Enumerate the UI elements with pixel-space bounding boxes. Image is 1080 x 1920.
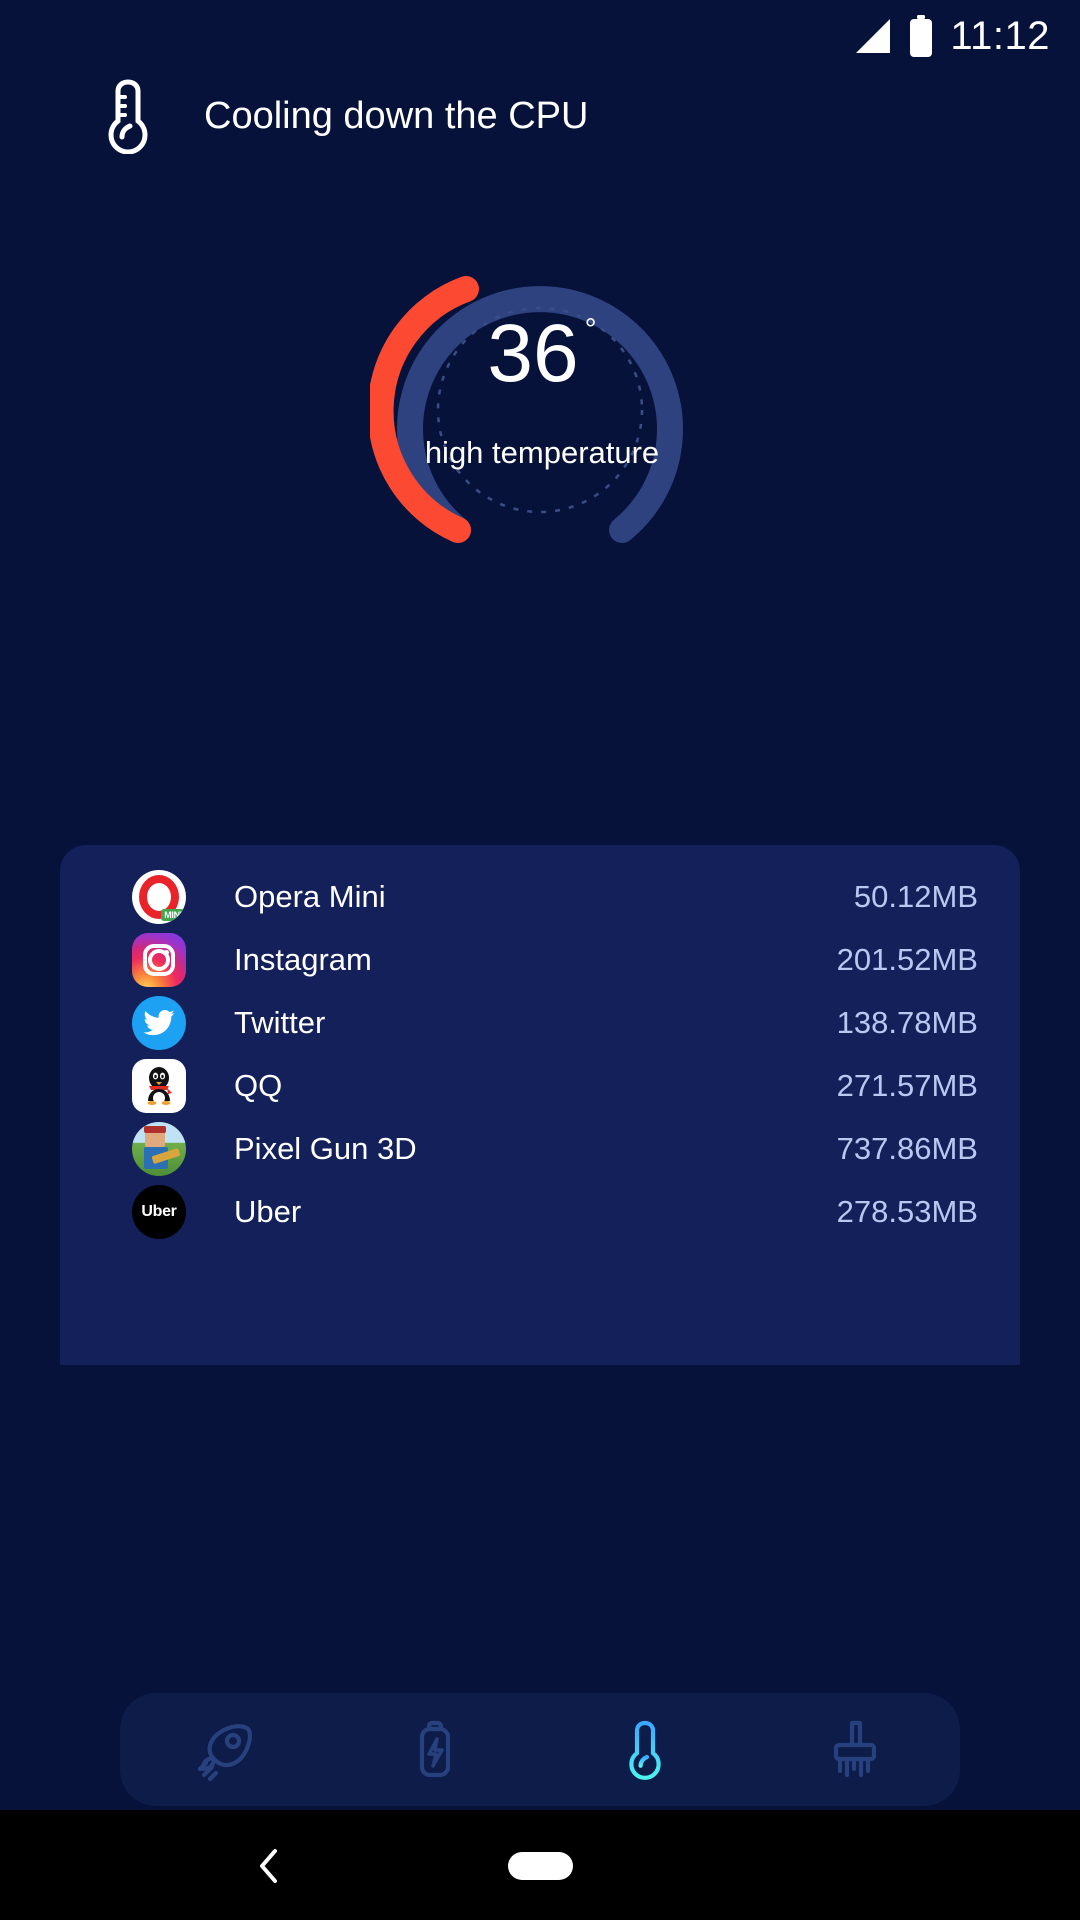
app-size: 278.53MB: [836, 1193, 978, 1229]
home-pill-icon[interactable]: [508, 1852, 573, 1880]
gauge-svg: [370, 276, 683, 543]
uber-wordmark: Uber: [141, 1202, 177, 1220]
system-navigation-bar: [0, 1810, 1080, 1920]
twitter-bird-glyph: [143, 1009, 175, 1035]
app-size: 50.12MB: [853, 878, 978, 914]
app-size: 737.86MB: [836, 1130, 978, 1166]
nav-item-boost[interactable]: [170, 1693, 280, 1806]
rocket-icon: [197, 1723, 252, 1781]
list-item[interactable]: QQ 271.57MB: [60, 1054, 1020, 1117]
app-name: Pixel Gun 3D: [234, 1130, 417, 1166]
uber-icon: Uber: [132, 1184, 186, 1239]
app-list: MINI Opera Mini 50.12MB Instagram 201.52…: [60, 865, 1020, 1243]
app-name: Instagram: [234, 941, 372, 977]
status-bar-clock: 11:12: [950, 13, 1050, 58]
list-item[interactable]: Pixel Gun 3D 737.86MB: [60, 1117, 1020, 1180]
brush-icon: [833, 1720, 877, 1777]
app-size: 271.57MB: [836, 1067, 978, 1103]
app-screen: 11:12 Cooling down the CPU 36 ° high tem…: [0, 0, 1080, 1920]
status-bar: 11:12: [0, 0, 1080, 72]
app-size: 201.52MB: [836, 941, 978, 977]
thermometer-icon: [108, 79, 148, 154]
app-size: 138.78MB: [836, 1004, 978, 1040]
app-name: Uber: [234, 1193, 302, 1229]
app-name: QQ: [234, 1067, 283, 1103]
gauge-track: [397, 286, 683, 543]
page-title: Cooling down the CPU: [204, 94, 589, 137]
nav-item-battery[interactable]: [380, 1693, 490, 1806]
app-name: Opera Mini: [234, 878, 386, 914]
nav-item-cpu-cooler[interactable]: [590, 1693, 700, 1806]
nav-item-clean[interactable]: [800, 1693, 910, 1806]
opera-mini-icon: MINI: [132, 869, 186, 924]
gauge-dotted-ring: [436, 306, 644, 514]
running-apps-card: MINI Opera Mini 50.12MB Instagram 201.52…: [60, 845, 1020, 1365]
qq-icon: [132, 1058, 186, 1113]
instagram-icon: [132, 932, 186, 987]
battery-icon: [910, 15, 933, 57]
thermometer-icon: [629, 1720, 661, 1780]
back-chevron-icon[interactable]: [253, 1848, 283, 1884]
bottom-navigation: [120, 1693, 960, 1806]
temperature-gauge: 36 ° high temperature: [0, 240, 1080, 560]
page-header: Cooling down the CPU: [100, 78, 588, 154]
opera-mini-badge: MINI: [161, 908, 185, 921]
pixel-gun-3d-icon: [132, 1121, 186, 1176]
list-item[interactable]: MINI Opera Mini 50.12MB: [60, 865, 1020, 928]
signal-icon: [856, 19, 891, 53]
app-name: Twitter: [234, 1004, 326, 1040]
twitter-icon: [132, 995, 186, 1050]
battery-boost-icon: [419, 1720, 451, 1777]
list-item[interactable]: Instagram 201.52MB: [60, 928, 1020, 991]
list-item[interactable]: Twitter 138.78MB: [60, 991, 1020, 1054]
qq-penguin-glyph: [147, 1066, 172, 1105]
list-item[interactable]: Uber Uber 278.53MB: [60, 1180, 1020, 1243]
